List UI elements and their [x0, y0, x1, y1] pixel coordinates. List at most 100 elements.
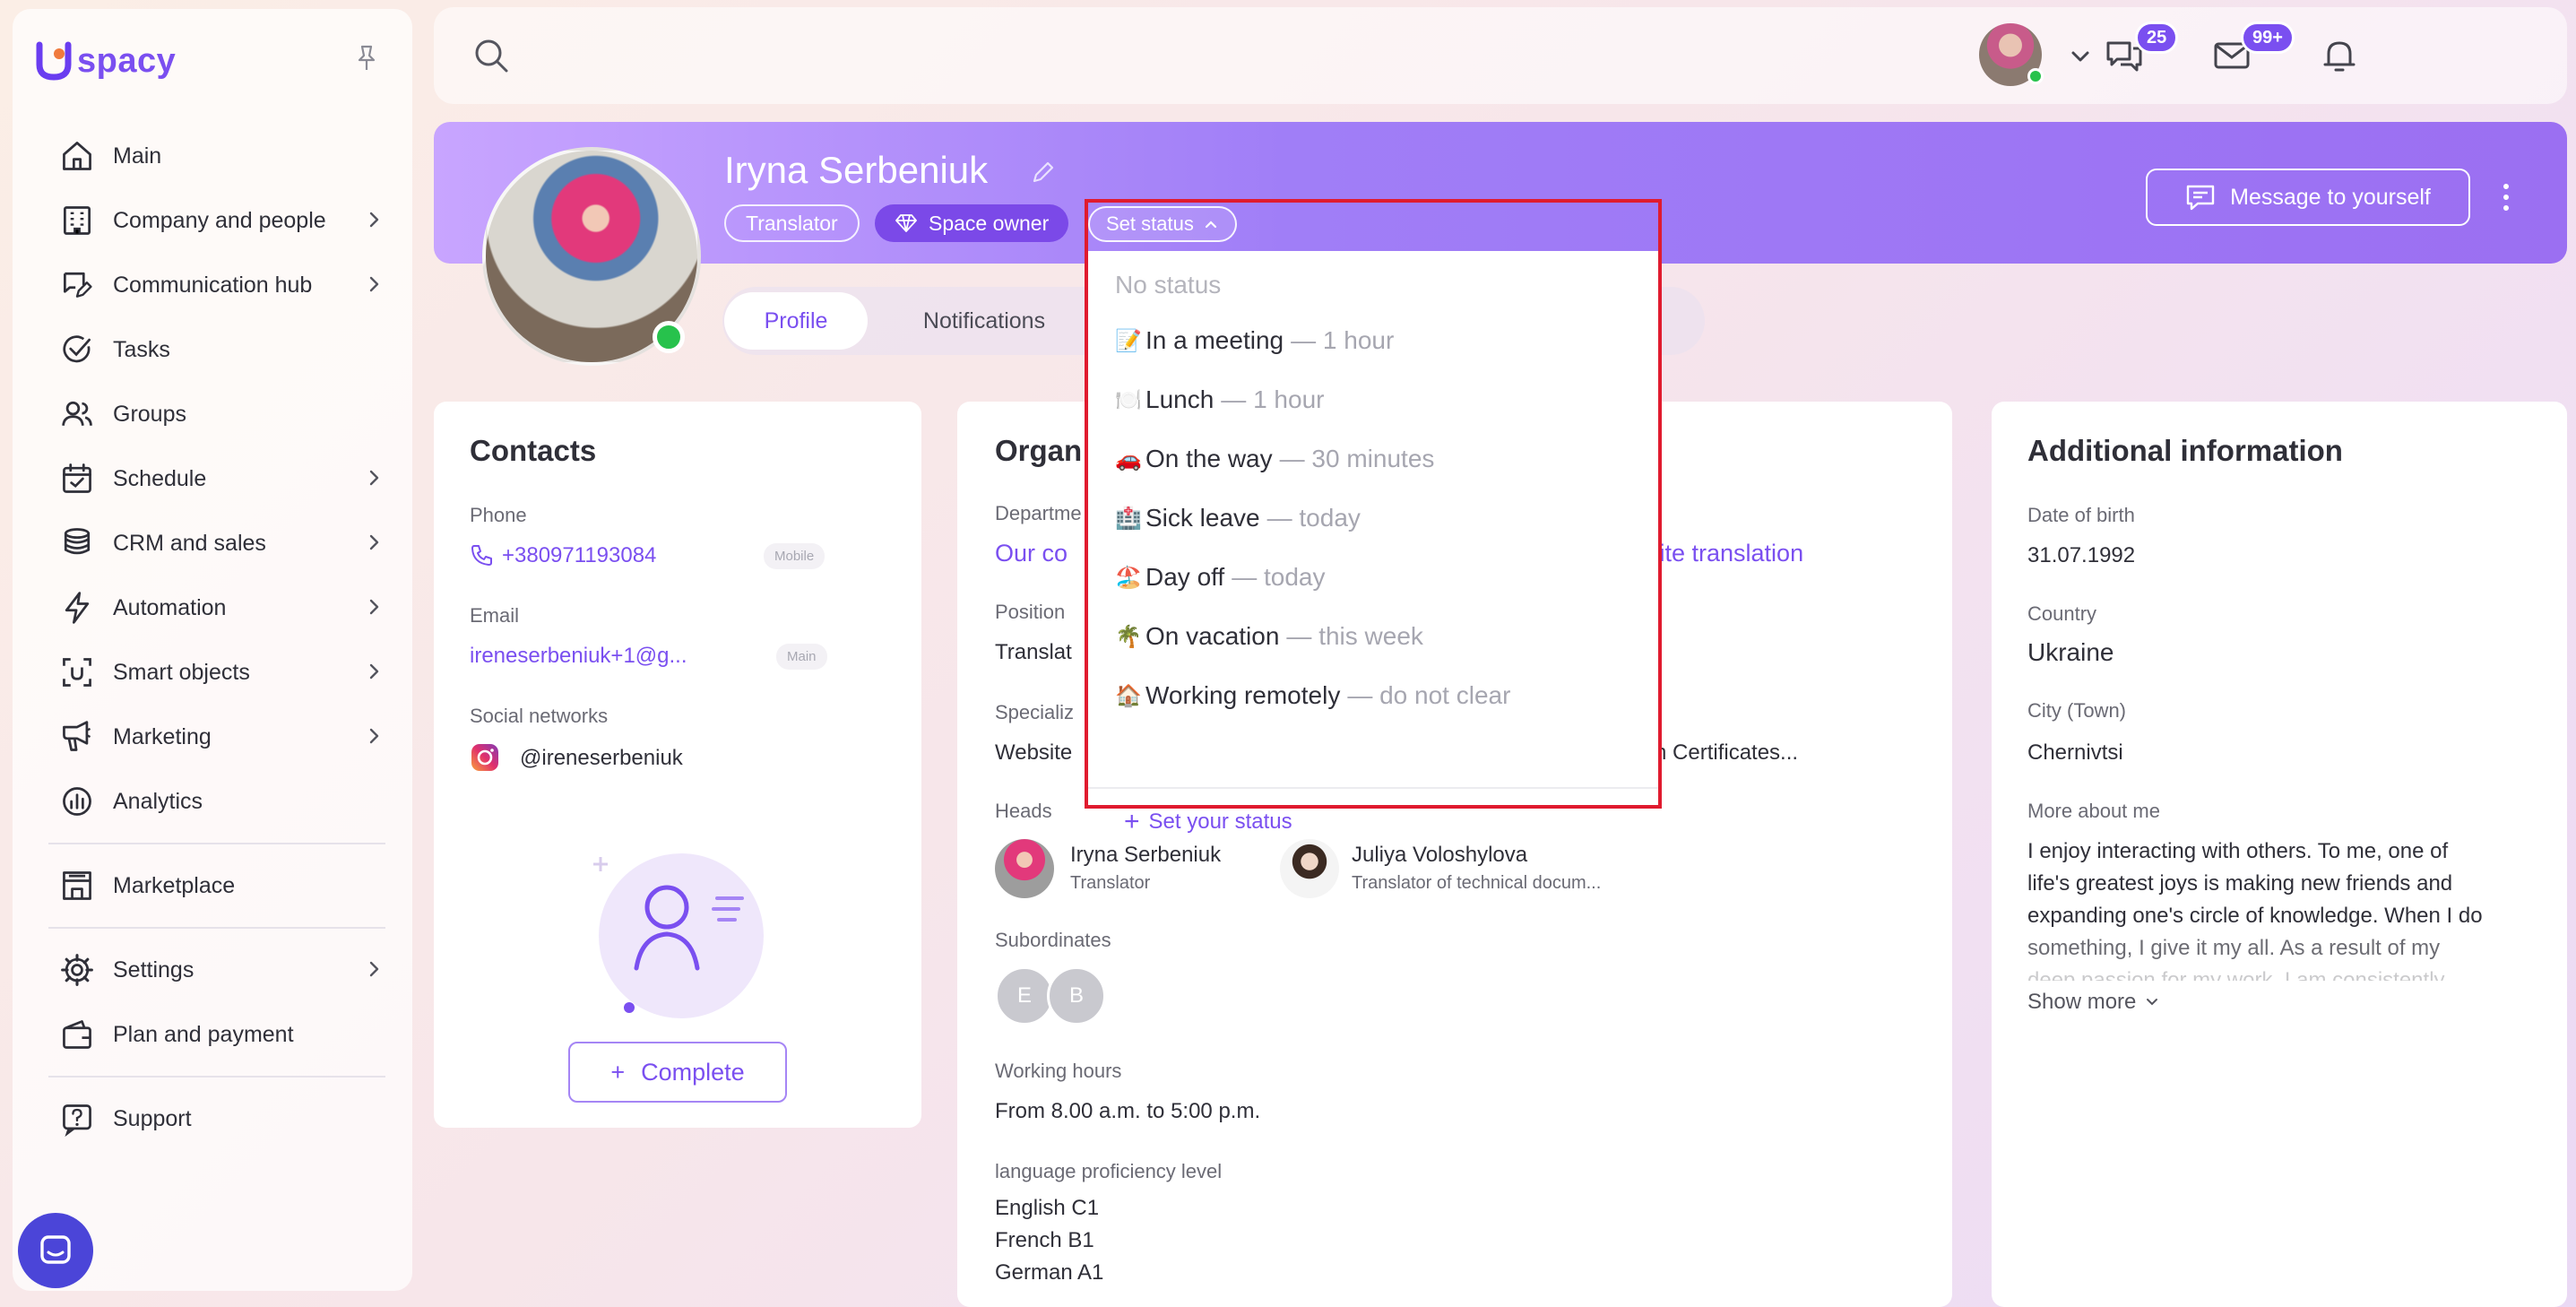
- status-emoji-icon: 🍽️: [1115, 387, 1142, 412]
- online-indicator: [2027, 68, 2044, 84]
- sidebar-item-marketing[interactable]: Marketing: [38, 705, 396, 769]
- sidebar-item-settings[interactable]: Settings: [38, 938, 396, 1002]
- sidebar-item-label: Analytics: [113, 788, 203, 814]
- chevron-right-icon: [364, 210, 384, 229]
- specialization-value-right: h Certificates...: [1655, 740, 1799, 765]
- sidebar-item-marketplace[interactable]: Marketplace: [38, 853, 396, 918]
- working-hours-label: Working hours: [995, 1060, 1122, 1082]
- set-your-status-button[interactable]: + Set your status: [1124, 807, 1292, 837]
- head-name-1[interactable]: Iryna Serbeniuk: [1070, 843, 1221, 868]
- head-name-2[interactable]: Juliya Voloshylova: [1352, 843, 1527, 868]
- about-line: something, I give it my all. As a result…: [2027, 936, 2441, 960]
- status-option-sick-leave[interactable]: 🏥 Sick leave — today: [1115, 504, 1361, 532]
- additional-info-title: Additional information: [2027, 434, 2343, 467]
- sidebar-item-label: CRM and sales: [113, 530, 266, 556]
- status-emoji-icon: 📝: [1115, 328, 1142, 353]
- head-avatar-2[interactable]: [1280, 839, 1339, 898]
- calendar-icon: [57, 459, 97, 498]
- position-label: Position: [995, 601, 1066, 623]
- no-status-option[interactable]: No status: [1115, 271, 1221, 299]
- pin-icon[interactable]: [355, 45, 378, 72]
- check-circle-icon: [57, 330, 97, 369]
- status-option-on-the-way[interactable]: 🚗 On the way — 30 minutes: [1115, 445, 1434, 473]
- coins-icon: [57, 524, 97, 563]
- department-link-right[interactable]: site translation: [1647, 540, 1803, 567]
- status-option-duration: — 30 minutes: [1279, 445, 1435, 472]
- subordinate-avatar[interactable]: E: [995, 966, 1054, 1026]
- chevron-right-icon: [364, 468, 384, 488]
- phone-type-tag: Mobile: [764, 543, 826, 569]
- sidebar-item-plan-and-payment[interactable]: Plan and payment: [38, 1002, 396, 1067]
- phone-link[interactable]: +380971193084: [502, 543, 656, 568]
- email-link[interactable]: ireneserbeniuk+1@g...: [470, 644, 687, 669]
- sidebar-item-main[interactable]: Main: [38, 124, 396, 188]
- email-type-tag: Main: [776, 644, 827, 670]
- subordinate-avatar[interactable]: B: [1047, 966, 1106, 1026]
- status-dropdown: No status + Set your status 📝 In a meetin…: [1085, 199, 1662, 836]
- sidebar-item-label: Main: [113, 143, 162, 169]
- instagram-handle[interactable]: @ireneserbeniuk: [520, 746, 683, 771]
- chevron-up-icon: [1205, 221, 1216, 229]
- space-owner-label: Space owner: [929, 211, 1050, 235]
- sidebar-divider: [48, 843, 385, 844]
- sidebar-item-tasks[interactable]: Tasks: [38, 317, 396, 382]
- sidebar-item-crm-and-sales[interactable]: CRM and sales: [38, 511, 396, 576]
- status-option-lunch[interactable]: 🍽️ Lunch — 1 hour: [1115, 385, 1324, 414]
- sidebar-item-company-and-people[interactable]: Company and people: [38, 188, 396, 253]
- chevron-right-icon: [364, 726, 384, 746]
- support-chat-button[interactable]: [18, 1213, 93, 1288]
- show-more-button[interactable]: Show more: [2027, 990, 2161, 1015]
- sidebar-item-groups[interactable]: Groups: [38, 382, 396, 446]
- megaphone-icon: [57, 717, 97, 757]
- tab-notifications[interactable]: Notifications: [886, 292, 1083, 350]
- specialization-label: Specializ: [995, 701, 1075, 723]
- message-to-yourself-label: Message to yourself: [2230, 184, 2431, 210]
- specialization-value: Website: [995, 740, 1073, 765]
- message-to-yourself-button[interactable]: Message to yourself: [2146, 169, 2470, 226]
- status-option-in-a-meeting[interactable]: 📝 In a meeting — 1 hour: [1115, 326, 1394, 355]
- status-option-duration: — today: [1232, 563, 1326, 591]
- sidebar-item-label: Marketplace: [113, 872, 236, 898]
- store-icon: [57, 866, 97, 905]
- sidebar-item-label: Support: [113, 1105, 192, 1131]
- user-avatar[interactable]: [1979, 23, 2044, 86]
- city-label: City (Town): [2027, 699, 2127, 722]
- instagram-icon: [471, 744, 498, 771]
- status-option-working-remotely[interactable]: 🏠 Working remotely — do not clear: [1115, 681, 1510, 710]
- edit-pencil-icon[interactable]: [1031, 160, 1056, 185]
- sidebar-item-schedule[interactable]: Schedule: [38, 446, 396, 511]
- social-networks-label: Social networks: [470, 705, 609, 727]
- search-icon[interactable]: [471, 36, 511, 75]
- status-emoji-icon: 🌴: [1115, 624, 1142, 649]
- sidebar-divider: [48, 1076, 385, 1078]
- sidebar-item-communication-hub[interactable]: Communication hub: [38, 253, 396, 317]
- brand-logo[interactable]: spacy: [34, 34, 176, 88]
- sidebar-nav: Main Company and people Communication hub T…: [38, 124, 396, 1151]
- country-value: Ukraine: [2027, 638, 2114, 666]
- chevron-down-icon[interactable]: [2067, 43, 2094, 70]
- set-status-button[interactable]: Set status: [1088, 206, 1237, 242]
- sidebar: spacy Main Company and people Communicatio…: [13, 9, 412, 1291]
- status-option-label: In a meeting: [1145, 326, 1284, 354]
- building-icon: [57, 201, 97, 240]
- head-avatar-1[interactable]: [995, 839, 1054, 898]
- sidebar-item-smart-objects[interactable]: Smart objects: [38, 640, 396, 705]
- chat-bubble-icon: [40, 1235, 71, 1264]
- complete-profile-button[interactable]: + Complete: [568, 1042, 787, 1103]
- dob-value: 31.07.1992: [2027, 543, 2136, 567]
- sidebar-item-analytics[interactable]: Analytics: [38, 769, 396, 834]
- sidebar-item-automation[interactable]: Automation: [38, 576, 396, 640]
- more-options-icon[interactable]: [2497, 181, 2515, 213]
- complete-profile-label: Complete: [641, 1058, 745, 1086]
- bell-icon[interactable]: [2318, 34, 2361, 77]
- home-icon: [57, 136, 97, 176]
- sidebar-item-label: Groups: [113, 401, 186, 427]
- organization-title: Organ: [995, 434, 1083, 467]
- status-option-on-vacation[interactable]: 🌴 On vacation — this week: [1115, 622, 1423, 651]
- department-link[interactable]: Our co: [995, 540, 1068, 567]
- status-emoji-icon: 🏥: [1115, 506, 1142, 531]
- tab-profile[interactable]: Profile: [724, 292, 868, 350]
- status-option-day-off[interactable]: 🏖️ Day off — today: [1115, 563, 1325, 592]
- email-label: Email: [470, 604, 520, 627]
- sidebar-item-support[interactable]: Support: [38, 1086, 396, 1151]
